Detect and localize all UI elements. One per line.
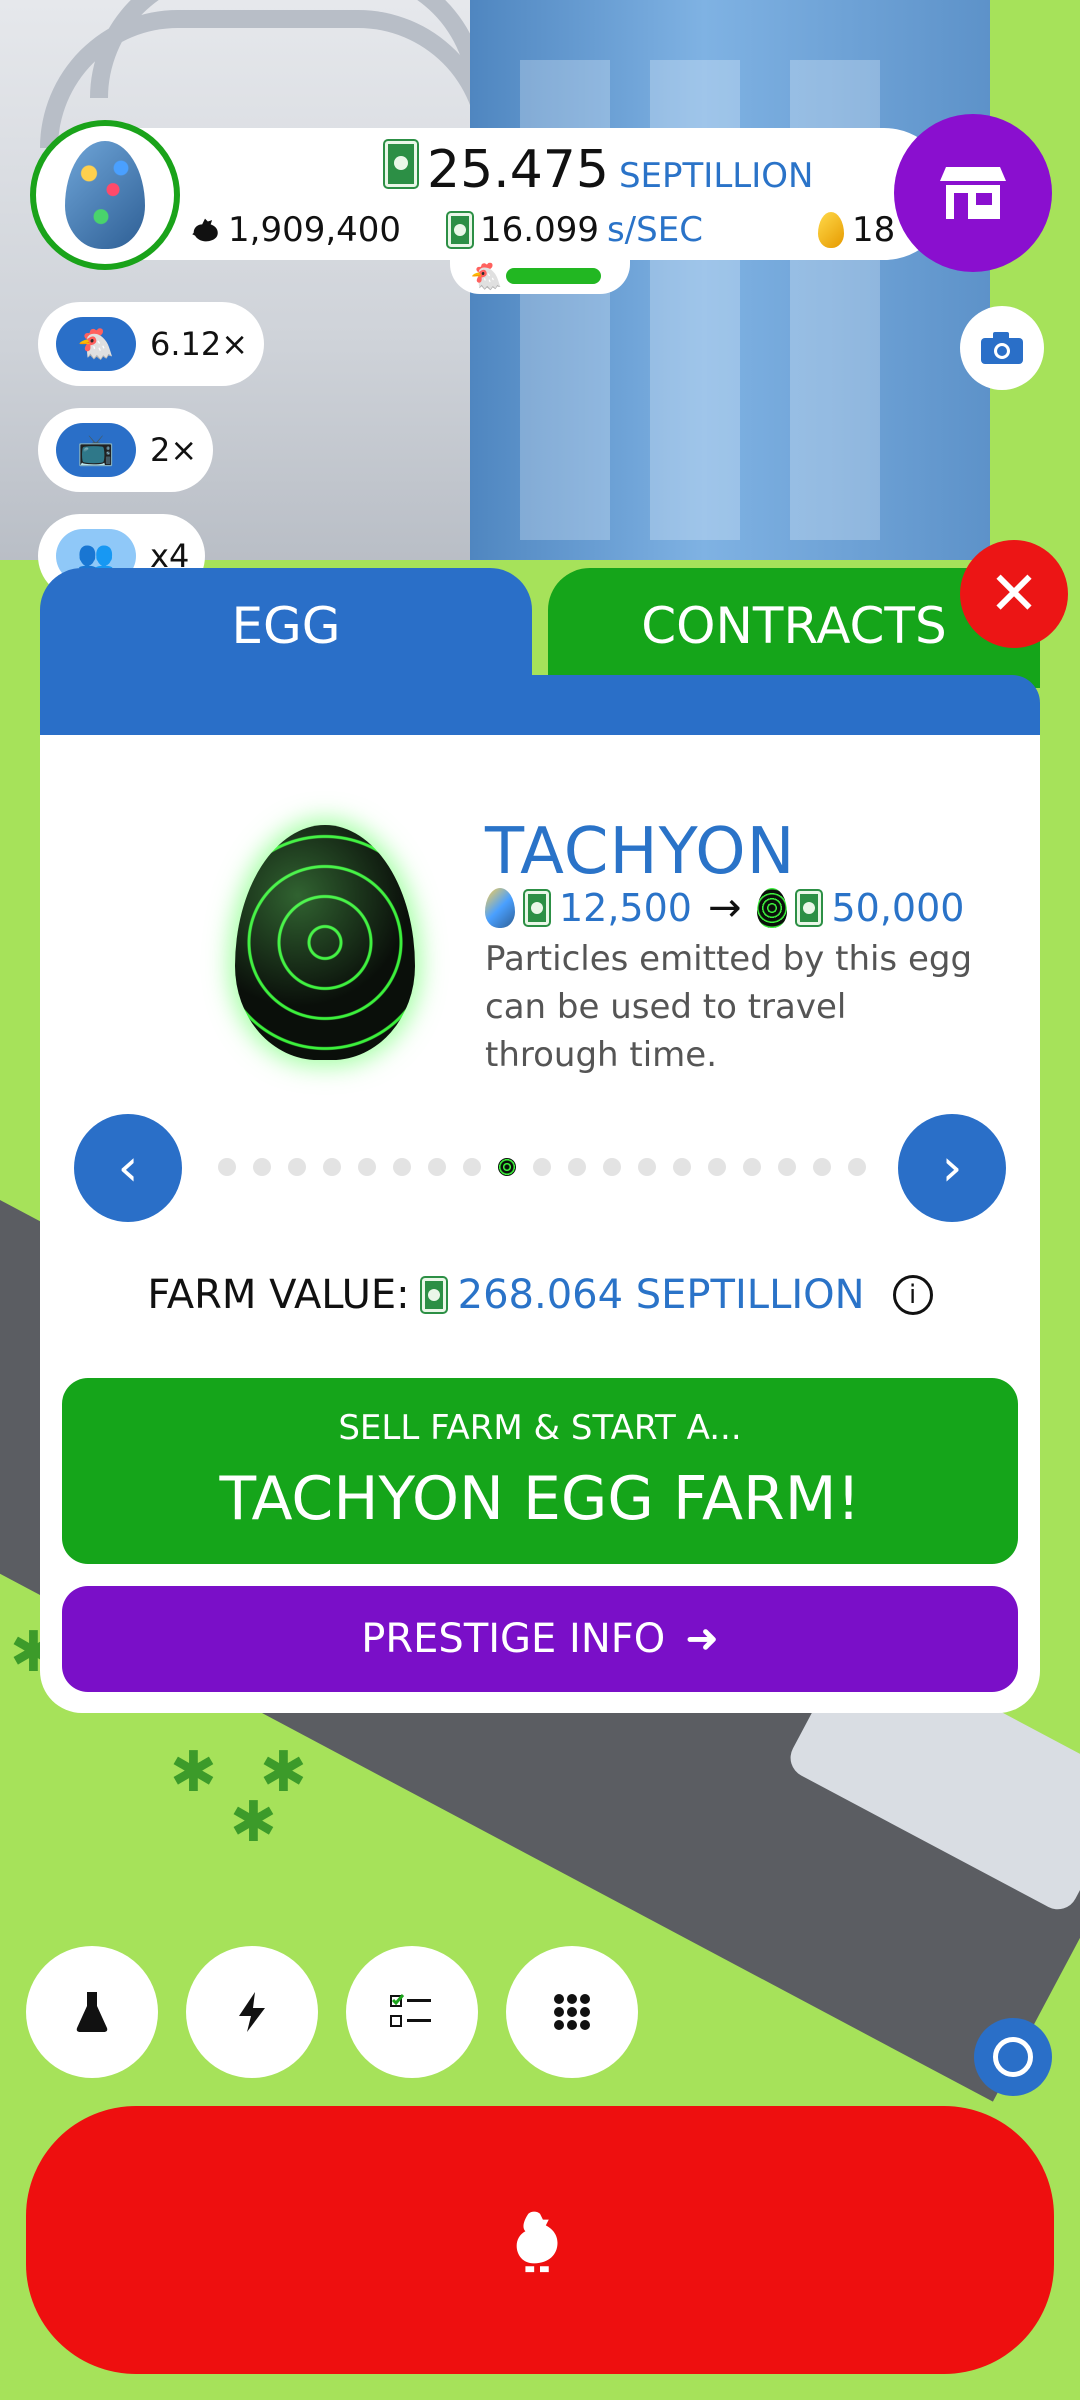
carousel-dot[interactable]: [463, 1158, 481, 1176]
carousel-dot[interactable]: [253, 1158, 271, 1176]
panel-header: [40, 675, 1040, 735]
sell-farm-subtitle: SELL FARM & START A...: [338, 1408, 742, 1448]
grid-icon: [554, 1994, 590, 2030]
chevron-right-icon: ›: [941, 1138, 963, 1198]
earnings-rate: 16.099 s/SEC: [448, 210, 703, 250]
carousel-dot[interactable]: [393, 1158, 411, 1176]
carousel-dot[interactable]: [323, 1158, 341, 1176]
price-to: 50,000: [831, 886, 965, 930]
boost-label: 2×: [150, 431, 198, 469]
carousel-dot[interactable]: [638, 1158, 656, 1176]
farm-value-label: FARM VALUE:: [147, 1272, 410, 1318]
cash-icon: [797, 891, 822, 925]
cash-icon: [448, 213, 472, 247]
carousel-dot[interactable]: [743, 1158, 761, 1176]
carousel-dot[interactable]: [813, 1158, 831, 1176]
sell-farm-button[interactable]: SELL FARM & START A... TACHYON EGG FARM!: [62, 1378, 1018, 1564]
chicken-icon: [516, 2211, 558, 2273]
carousel-dot[interactable]: [778, 1158, 796, 1176]
next-egg-button[interactable]: ›: [898, 1114, 1006, 1222]
tachyon-egg-icon: [757, 888, 788, 928]
shop-icon: [940, 167, 1006, 219]
carousel-dot[interactable]: [288, 1158, 306, 1176]
menu-button[interactable]: [506, 1946, 638, 2078]
arrow-right-icon: →: [707, 885, 742, 931]
carousel-dot[interactable]: [533, 1158, 551, 1176]
chicken-icon: [192, 218, 218, 242]
cash-icon: [385, 141, 417, 187]
chevron-left-icon: ‹: [117, 1138, 139, 1198]
hangar-arc: [90, 0, 486, 98]
cash-unit: SEPTILLION: [618, 156, 814, 196]
carousel-dot[interactable]: [428, 1158, 446, 1176]
carousel-dot[interactable]: [673, 1158, 691, 1176]
current-egg-avatar[interactable]: [30, 120, 180, 270]
carousel-dot[interactable]: [568, 1158, 586, 1176]
tv-icon: 📺: [56, 423, 136, 477]
earnings-rate-unit: s/SEC: [606, 210, 703, 250]
camera-icon: [981, 332, 1023, 364]
egg-name: TACHYON: [485, 815, 796, 889]
carousel-dot-selected[interactable]: [498, 1158, 516, 1176]
chicken-count-value: 1,909,400: [228, 210, 402, 250]
boost-tv[interactable]: 📺 2×: [38, 408, 214, 492]
boost-label: 6.12×: [150, 325, 249, 363]
chicken-icon: 🐔: [470, 262, 503, 292]
egg-description: Particles emitted by this egg can be use…: [485, 939, 973, 1075]
farm-value-row: FARM VALUE: 268.064 SEPTILLION i: [40, 1272, 1040, 1318]
checklist-icon: [390, 1994, 431, 2027]
cash-icon: [421, 1278, 446, 1312]
previous-egg-button[interactable]: ‹: [74, 1114, 182, 1222]
circle-icon: [993, 2037, 1033, 2077]
close-icon: ✕: [988, 559, 1040, 629]
carousel-dot[interactable]: [848, 1158, 866, 1176]
plant-decoration: ✱: [170, 1740, 217, 1805]
drone-indicator-button[interactable]: [974, 2018, 1052, 2096]
carousel-dot[interactable]: [603, 1158, 621, 1176]
egg-carousel-dots: [218, 1158, 866, 1176]
info-icon[interactable]: i: [892, 1275, 933, 1315]
egg-icon: [65, 141, 145, 249]
chicken-count: 1,909,400: [188, 210, 401, 250]
missions-button[interactable]: [346, 1946, 478, 2078]
camera-button[interactable]: [960, 306, 1044, 390]
boosts-button[interactable]: [186, 1946, 318, 2078]
earnings-rate-value: 16.099: [480, 210, 599, 250]
prestige-info-label: PRESTIGE INFO: [361, 1616, 666, 1662]
carousel-dot[interactable]: [358, 1158, 376, 1176]
lightning-icon: [239, 1992, 265, 2032]
hatch-chicken-button[interactable]: [26, 2106, 1054, 2374]
price-from: 12,500: [559, 886, 692, 930]
chicken-icon: 🐔: [56, 317, 136, 371]
golden-eggs-count: 18: [852, 210, 896, 250]
golden-eggs[interactable]: 18: [818, 210, 895, 250]
egg-upgrade-price: 12,500 → 50,000: [485, 885, 964, 931]
close-button[interactable]: ✕: [960, 540, 1068, 648]
farm-value-amount: 268.064 SEPTILLION: [457, 1272, 865, 1318]
sell-farm-title: TACHYON EGG FARM!: [219, 1464, 861, 1534]
cash-amount: 25.475: [427, 140, 609, 200]
carousel-dot[interactable]: [218, 1158, 236, 1176]
hab-capacity-bar: [506, 268, 602, 284]
cash-display: 25.475 SEPTILLION: [385, 140, 813, 200]
shop-button[interactable]: [894, 114, 1052, 272]
prestige-info-button[interactable]: PRESTIGE INFO ➜: [62, 1586, 1018, 1692]
plant-decoration: ✱: [260, 1740, 307, 1805]
golden-egg-icon: [818, 212, 844, 248]
cash-icon: [525, 891, 549, 925]
arrow-right-icon: ➜: [685, 1616, 719, 1662]
carousel-dot[interactable]: [708, 1158, 726, 1176]
boost-chicken[interactable]: 🐔 6.12×: [38, 302, 265, 386]
research-button[interactable]: [26, 1946, 158, 2078]
flask-icon: [76, 1992, 108, 2032]
current-egg-icon: [485, 888, 515, 928]
